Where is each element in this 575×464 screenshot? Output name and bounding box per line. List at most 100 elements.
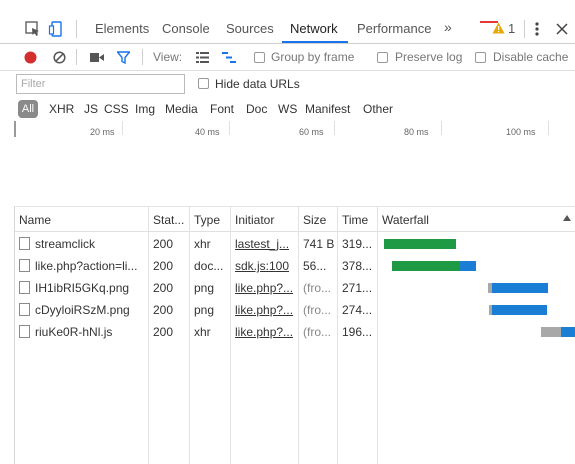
column-name[interactable]: Name bbox=[19, 213, 51, 227]
column-time[interactable]: Time bbox=[342, 213, 368, 227]
more-tabs-button[interactable]: » bbox=[444, 19, 452, 35]
file-icon bbox=[19, 259, 30, 272]
request-size: (fro... bbox=[303, 303, 332, 317]
column-initiator[interactable]: Initiator bbox=[235, 213, 274, 227]
overview-gridline bbox=[441, 121, 442, 135]
hide-data-urls-checkbox[interactable] bbox=[198, 78, 209, 89]
table-row[interactable]: cDyyloiRSzM.png 200 png like.php?... (fr… bbox=[15, 299, 575, 321]
request-size: 56... bbox=[303, 259, 327, 273]
request-initiator[interactable]: like.php?... bbox=[235, 303, 295, 317]
show-overview-icon[interactable] bbox=[222, 52, 236, 66]
preserve-log-label[interactable]: Preserve log bbox=[395, 50, 462, 64]
column-status[interactable]: Stat... bbox=[153, 213, 184, 227]
request-name[interactable]: riuKe0R-hNl.js bbox=[35, 325, 147, 339]
group-by-frame-label[interactable]: Group by frame bbox=[271, 50, 354, 64]
table-row[interactable]: IH1ibRI5GKq.png 200 png like.php?... (fr… bbox=[15, 277, 575, 299]
tab-console[interactable]: Console bbox=[162, 21, 210, 36]
table-row[interactable]: riuKe0R-hNl.js 200 xhr like.php?... (fro… bbox=[15, 321, 575, 343]
request-status: 200 bbox=[153, 325, 174, 339]
waterfall-bar[interactable] bbox=[384, 239, 456, 249]
column-waterfall[interactable]: Waterfall bbox=[382, 213, 429, 227]
waterfall-bar[interactable] bbox=[492, 283, 548, 293]
request-time: 196... bbox=[342, 325, 373, 339]
disable-cache-label[interactable]: Disable cache bbox=[493, 50, 568, 64]
type-filter-font[interactable]: Font bbox=[210, 102, 234, 116]
request-status: 200 bbox=[153, 237, 174, 251]
inspect-element-icon[interactable] bbox=[24, 20, 42, 38]
overview-gridline bbox=[548, 121, 549, 135]
request-name[interactable]: streamclick bbox=[35, 237, 147, 251]
request-initiator[interactable]: sdk.js:100 bbox=[235, 259, 295, 273]
overview-label: 20 ms bbox=[90, 127, 115, 137]
type-filter-ws[interactable]: WS bbox=[278, 102, 297, 116]
waterfall-bar[interactable] bbox=[460, 261, 476, 271]
request-time: 271... bbox=[342, 281, 373, 295]
type-filter-js[interactable]: JS bbox=[84, 102, 98, 116]
tab-performance[interactable]: Performance bbox=[357, 21, 431, 36]
more-options-icon[interactable] bbox=[534, 21, 540, 40]
waterfall-bar[interactable] bbox=[561, 327, 575, 337]
type-filter-other[interactable]: Other bbox=[363, 102, 393, 116]
request-type: png bbox=[194, 303, 215, 317]
request-status: 200 bbox=[153, 259, 174, 273]
close-icon[interactable] bbox=[556, 23, 568, 38]
sort-ascending-icon[interactable] bbox=[563, 215, 571, 221]
device-toolbar-icon[interactable] bbox=[48, 20, 66, 38]
type-filter-manifest[interactable]: Manifest bbox=[305, 102, 350, 116]
overview-label: 60 ms bbox=[299, 127, 324, 137]
type-filter-xhr[interactable]: XHR bbox=[49, 102, 74, 116]
request-type: xhr bbox=[194, 325, 211, 339]
request-name[interactable]: like.php?action=li... bbox=[35, 259, 147, 273]
column-type[interactable]: Type bbox=[194, 213, 220, 227]
file-icon bbox=[19, 281, 30, 294]
request-name[interactable]: cDyyloiRSzM.png bbox=[35, 303, 147, 317]
network-overview[interactable]: 20 ms 40 ms 60 ms 80 ms 100 ms bbox=[0, 121, 575, 205]
tab-sources[interactable]: Sources bbox=[226, 21, 274, 36]
filter-input[interactable] bbox=[16, 74, 185, 94]
preserve-log-checkbox[interactable] bbox=[377, 52, 388, 63]
waterfall-bar[interactable] bbox=[392, 261, 460, 271]
file-icon bbox=[19, 325, 30, 338]
type-filter-all[interactable]: All bbox=[18, 100, 38, 118]
tab-elements[interactable]: Elements bbox=[95, 21, 149, 36]
toolbar-divider bbox=[76, 20, 77, 38]
table-row[interactable]: streamclick 200 xhr lastest_j... 741 B 3… bbox=[15, 233, 575, 255]
disable-cache-checkbox[interactable] bbox=[475, 52, 486, 63]
large-request-rows-icon[interactable] bbox=[196, 52, 209, 66]
toolbar-divider bbox=[76, 49, 77, 65]
overview-label: 100 ms bbox=[506, 127, 536, 137]
overview-label: 40 ms bbox=[195, 127, 220, 137]
request-size: (fro... bbox=[303, 281, 332, 295]
capture-screenshots-icon[interactable] bbox=[90, 52, 104, 66]
record-icon[interactable] bbox=[24, 51, 37, 67]
resource-type-filters: All XHR JS CSS Img Media Font Doc WS Man… bbox=[0, 99, 575, 121]
column-size[interactable]: Size bbox=[303, 213, 326, 227]
type-filter-doc[interactable]: Doc bbox=[246, 102, 267, 116]
waterfall-bar[interactable] bbox=[541, 327, 561, 337]
hide-data-urls-label[interactable]: Hide data URLs bbox=[215, 77, 300, 91]
file-icon bbox=[19, 237, 30, 250]
table-row[interactable]: like.php?action=li... 200 doc... sdk.js:… bbox=[15, 255, 575, 277]
request-type: xhr bbox=[194, 237, 211, 251]
type-filter-media[interactable]: Media bbox=[165, 102, 198, 116]
request-initiator[interactable]: like.php?... bbox=[235, 325, 295, 339]
request-initiator[interactable]: lastest_j... bbox=[235, 237, 295, 251]
filter-icon[interactable] bbox=[116, 51, 131, 67]
request-name[interactable]: IH1ibRI5GKq.png bbox=[35, 281, 147, 295]
group-by-frame-checkbox[interactable] bbox=[254, 52, 265, 63]
clear-icon[interactable] bbox=[53, 51, 66, 67]
toolbar-divider bbox=[142, 49, 143, 65]
request-status: 200 bbox=[153, 303, 174, 317]
waterfall-bar[interactable] bbox=[492, 305, 547, 315]
tab-network[interactable]: Network bbox=[290, 21, 338, 36]
table-header: Name Stat... Type Initiator Size Time Wa… bbox=[15, 206, 575, 232]
toolbar-divider bbox=[524, 20, 525, 38]
overview-gridline bbox=[229, 121, 230, 135]
file-icon bbox=[19, 303, 30, 316]
warning-count[interactable]: 1 bbox=[508, 21, 515, 36]
type-filter-img[interactable]: Img bbox=[135, 102, 155, 116]
warning-icon[interactable] bbox=[492, 22, 505, 37]
request-initiator[interactable]: like.php?... bbox=[235, 281, 295, 295]
type-filter-css[interactable]: CSS bbox=[104, 102, 129, 116]
devtools-tab-bar: Elements Console Sources Network Perform… bbox=[0, 14, 575, 44]
